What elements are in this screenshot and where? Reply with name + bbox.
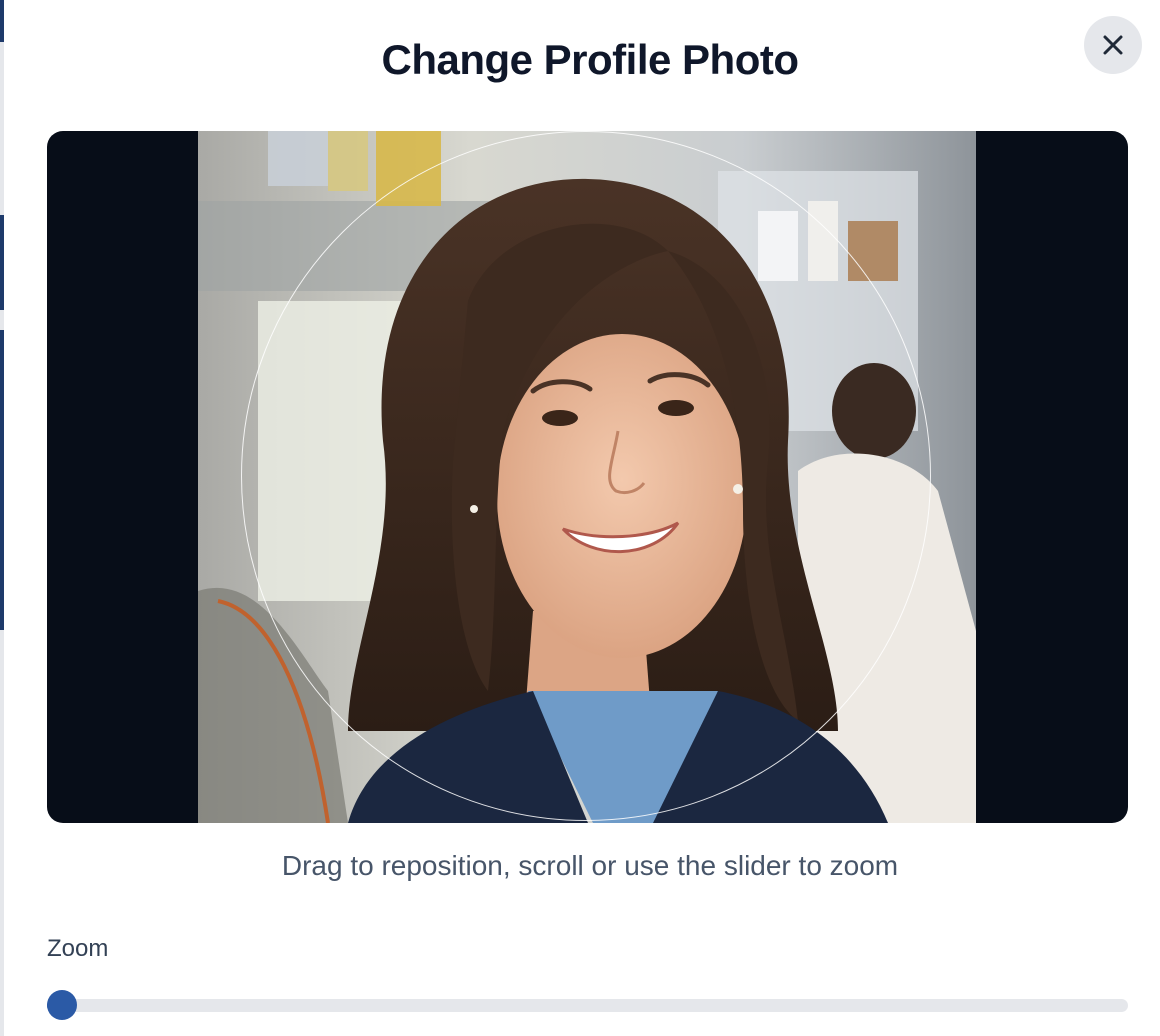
page: Change Profile Photo Drag to reposition,… bbox=[0, 0, 1160, 1036]
zoom-label: Zoom bbox=[47, 935, 109, 962]
close-button[interactable] bbox=[1084, 16, 1142, 74]
zoom-slider-track[interactable] bbox=[47, 999, 1128, 1012]
zoom-slider-thumb[interactable] bbox=[47, 990, 77, 1020]
dialog-title: Change Profile Photo bbox=[381, 36, 799, 83]
profile-photo bbox=[198, 131, 976, 823]
crop-hint-text: Drag to reposition, scroll or use the sl… bbox=[281, 850, 899, 881]
close-icon bbox=[1103, 35, 1123, 55]
photo-crop-area[interactable] bbox=[47, 131, 1128, 823]
change-photo-dialog: Change Profile Photo Drag to reposition,… bbox=[4, 0, 1160, 1036]
zoom-slider[interactable] bbox=[47, 990, 1128, 1022]
